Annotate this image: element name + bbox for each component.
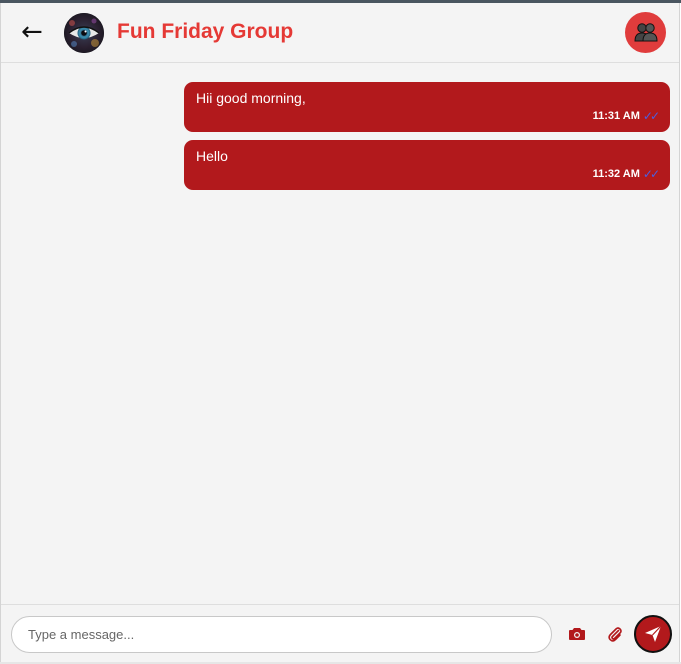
message-text: Hello <box>196 148 228 164</box>
attach-button[interactable] <box>605 624 625 644</box>
message-bubble[interactable]: Hello 11:32 AM ✓✓ <box>184 140 670 190</box>
read-receipt-icon: ✓✓ <box>642 167 660 181</box>
send-button[interactable] <box>634 615 672 653</box>
paperclip-icon <box>608 627 622 642</box>
composer-bar <box>1 604 679 662</box>
camera-button[interactable] <box>567 624 587 644</box>
back-arrow-icon[interactable]: ← <box>21 17 51 47</box>
page-title: Fun Friday Group <box>117 20 294 43</box>
message-time: 11:32 AM <box>592 168 640 180</box>
group-users-icon <box>633 22 658 41</box>
message-text: Hii good morning, <box>196 90 306 106</box>
group-avatar[interactable] <box>64 13 104 53</box>
message-input[interactable] <box>11 616 552 653</box>
message-meta: 11:32 AM ✓✓ <box>593 167 660 181</box>
group-info-button[interactable] <box>625 12 666 53</box>
message-list: Hii good morning, 11:31 AM ✓✓ Hello 11:3… <box>1 64 679 604</box>
message-bubble[interactable]: Hii good morning, 11:31 AM ✓✓ <box>184 82 670 132</box>
message-time: 11:31 AM <box>592 110 640 122</box>
chat-window: ← Fun Friday Group Hii good morning, 11:… <box>0 3 680 662</box>
camera-icon <box>569 628 585 640</box>
read-receipt-icon: ✓✓ <box>642 109 660 123</box>
eye-photo-icon <box>64 13 104 53</box>
message-meta: 11:31 AM ✓✓ <box>593 109 660 123</box>
chat-header: ← Fun Friday Group <box>1 3 679 63</box>
send-icon <box>645 625 662 642</box>
